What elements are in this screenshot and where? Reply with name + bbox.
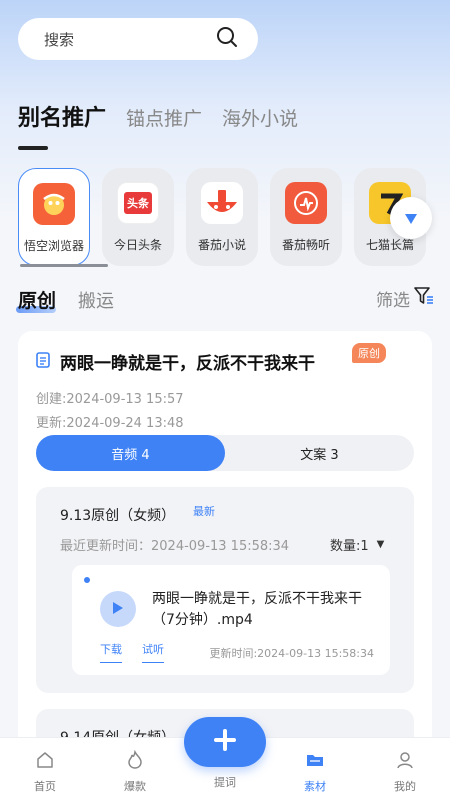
app-item-tomato-listen[interactable]: 番茄畅听: [270, 168, 342, 266]
tab-original[interactable]: 原创: [18, 286, 56, 313]
file-update-time: 更新时间:2024-09-13 15:58:34: [209, 647, 374, 660]
toutiao-icon: 头条: [117, 182, 159, 224]
app-scrollbar[interactable]: [20, 264, 108, 267]
fire-icon: [125, 749, 145, 774]
app-item-toutiao[interactable]: 头条 今日头条: [102, 168, 174, 266]
tomato-novel-icon: [201, 182, 243, 224]
user-icon: [395, 750, 415, 774]
app-selector: 悟空浏览器 头条 今日头条 番茄小说 番茄畅听 七猫长篇: [18, 168, 450, 268]
tab-label: 首页: [34, 780, 56, 793]
tab-label: 提词: [214, 776, 236, 789]
app-label: 今日头条: [113, 238, 162, 252]
sub-tabs: 原创 搬运: [18, 286, 136, 313]
tab-label: 爆款: [124, 780, 146, 793]
group-name: 9.13原创（女频）: [60, 508, 176, 524]
tab-script[interactable]: 文案 3: [225, 435, 414, 471]
play-icon: [112, 600, 124, 619]
search-icon[interactable]: [216, 26, 238, 52]
folder-icon: [305, 750, 325, 774]
search-placeholder: 搜索: [44, 30, 75, 49]
home-icon: [35, 750, 55, 774]
created-time: 创建:2024-09-13 15:57: [36, 392, 184, 407]
add-button[interactable]: [184, 717, 266, 767]
document-icon: [36, 351, 50, 372]
app-label: 番茄小说: [197, 238, 246, 252]
tab-audio[interactable]: 音频 4: [36, 435, 225, 471]
updated-time: 更新:2024-09-24 13:48: [36, 416, 184, 431]
caret-down-icon: ▼: [376, 539, 385, 550]
tab-home[interactable]: 首页: [0, 738, 90, 800]
filter-icon: [414, 286, 434, 311]
expand-apps-button[interactable]: [390, 197, 432, 239]
tab-alias-promotion[interactable]: 别名推广: [18, 100, 106, 132]
top-tabs: 别名推广 锚点推广 海外小说: [18, 100, 318, 132]
tab-repost[interactable]: 搬运: [78, 287, 114, 313]
tab-label: 我的: [394, 780, 416, 793]
tab-hot[interactable]: 爆款: [90, 738, 180, 800]
quantity-dropdown[interactable]: 数量:1 ▼: [330, 535, 384, 554]
triangle-down-icon: [405, 209, 417, 228]
wukong-browser-icon: [33, 183, 75, 225]
add-icon: [213, 728, 237, 756]
group-last-update: 最近更新时间：2024-09-13 15:58:34: [60, 539, 290, 554]
unread-dot: [84, 577, 90, 583]
app-item-wukong[interactable]: 悟空浏览器: [18, 168, 90, 266]
play-button[interactable]: [100, 591, 136, 627]
audio-file-item: 两眼一睁就是干，反派不干我来干（7分钟）.mp4 下载 试听 更新时间:2024…: [72, 565, 390, 675]
download-link[interactable]: 下载: [100, 641, 122, 663]
preview-link[interactable]: 试听: [142, 641, 164, 663]
card-title-row: 两眼一睁就是干，反派不干我来干: [36, 349, 315, 374]
app-item-tomato-novel[interactable]: 番茄小说: [186, 168, 258, 266]
tab-material[interactable]: 素材: [270, 738, 360, 800]
original-badge: 原创: [352, 343, 386, 363]
filter-button[interactable]: 筛选: [376, 286, 434, 311]
tab-anchor-promotion[interactable]: 锚点推广: [126, 104, 202, 131]
tab-overseas-novel[interactable]: 海外小说: [222, 104, 298, 131]
audio-group: 9.13原创（女频） 最新 最近更新时间：2024-09-13 15:58:34…: [36, 487, 414, 693]
app-label: 悟空浏览器: [23, 239, 84, 253]
tomato-listen-icon: [285, 182, 327, 224]
card-title: 两眼一睁就是干，反派不干我来干: [60, 354, 315, 374]
search-bar[interactable]: 搜索: [18, 18, 258, 60]
new-tag: 最新: [193, 505, 215, 518]
quantity-label: 数量:1: [330, 539, 369, 554]
top-tab-indicator: [18, 146, 48, 150]
tab-label: 素材: [304, 780, 326, 793]
toutiao-icon-text: 头条: [124, 192, 152, 214]
tab-mine[interactable]: 我的: [360, 738, 450, 800]
file-name: 两眼一睁就是干，反派不干我来干（7分钟）.mp4: [152, 591, 362, 628]
content-type-switch: 音频 4 文案 3: [36, 435, 414, 471]
filter-label: 筛选: [376, 291, 410, 311]
app-label: 番茄畅听: [281, 238, 330, 252]
